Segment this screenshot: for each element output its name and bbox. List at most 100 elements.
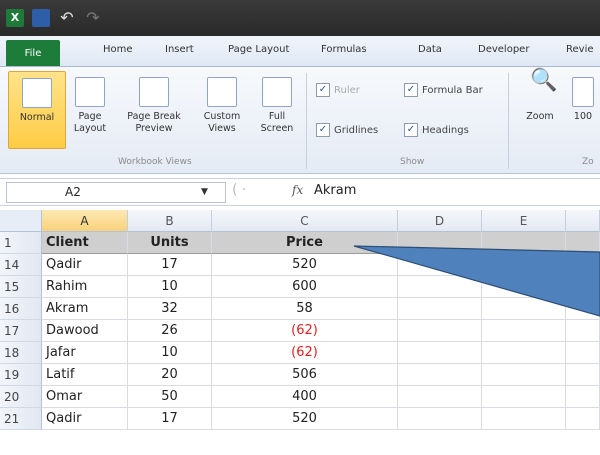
row-header[interactable]: 17	[0, 320, 42, 342]
cell-client[interactable]: Akram	[42, 298, 128, 320]
cell-client[interactable]: Client	[42, 232, 128, 254]
column-header-b[interactable]: B	[128, 210, 212, 232]
ruler-check-icon: ✓	[316, 83, 330, 97]
gridlines-label: Gridlines	[334, 124, 379, 136]
formula-bar-label: Formula Bar	[422, 84, 483, 96]
column-header-a[interactable]: A	[42, 210, 128, 232]
tab-formulas[interactable]: Formulas	[321, 44, 367, 55]
cell-client[interactable]: Latif	[42, 364, 128, 386]
title-bar: X ↶ ↷	[0, 0, 600, 36]
ruler-checkbox[interactable]: ✓ Ruler	[316, 83, 360, 97]
cell-units[interactable]: 20	[128, 364, 212, 386]
formula-bar: A2 ▼ ( · fx Akram	[0, 178, 600, 206]
custom-views-label: Custom	[203, 111, 241, 122]
cell-units[interactable]: 17	[128, 408, 212, 430]
cell-client[interactable]: Jafar	[42, 342, 128, 364]
ribbon-tabs: File Home Insert Page Layout Formulas Da…	[0, 36, 600, 67]
cell-units[interactable]: 10	[128, 276, 212, 298]
cell-client[interactable]: Qadir	[42, 254, 128, 276]
worksheet-grid[interactable]: A B C D E 1 Client Units Price 14 Qadir 17 520 1…	[0, 210, 600, 455]
gridlines-check-icon: ✓	[316, 123, 330, 137]
group-workbook-views-label: Workbook Views	[118, 157, 192, 167]
undo-icon[interactable]: ↶	[58, 8, 76, 27]
select-all-corner[interactable]	[0, 210, 42, 232]
column-header-f[interactable]	[566, 210, 600, 232]
cell-units[interactable]: 26	[128, 320, 212, 342]
headings-checkbox[interactable]: ✓ Headings	[404, 123, 469, 137]
page-break-sub: Preview	[135, 123, 173, 134]
tab-developer[interactable]: Developer	[478, 44, 529, 55]
name-box-value: A2	[65, 185, 81, 199]
insert-function-icon[interactable]: fx	[292, 183, 303, 197]
page-layout-label: Page	[78, 111, 102, 122]
magnifier-icon: 🔍	[530, 68, 558, 93]
tab-data[interactable]: Data	[418, 44, 442, 55]
column-header-d[interactable]: D	[398, 210, 482, 232]
cell-client[interactable]: Dawood	[42, 320, 128, 342]
zoom-button[interactable]: 🔍 Zoom	[518, 68, 562, 147]
cell-units[interactable]: 32	[128, 298, 212, 320]
tab-page-layout[interactable]: Page Layout	[228, 44, 289, 55]
page-layout-icon	[75, 77, 105, 107]
cell-client[interactable]: Qadir	[42, 408, 128, 430]
row-header[interactable]: 21	[0, 408, 42, 430]
excel-icon[interactable]: X	[6, 8, 24, 27]
normal-view-button[interactable]: Normal	[8, 71, 66, 149]
save-icon[interactable]	[32, 8, 50, 27]
tab-file[interactable]: File	[6, 40, 60, 66]
callout-pointer	[353, 245, 600, 317]
column-header-e[interactable]: E	[482, 210, 566, 232]
row-header[interactable]: 1	[0, 232, 42, 254]
redo-icon[interactable]: ↷	[84, 8, 102, 27]
headings-label: Headings	[422, 124, 469, 136]
row-header[interactable]: 14	[0, 254, 42, 276]
column-header-c[interactable]: C	[212, 210, 398, 232]
zoom-label: Zoom	[526, 111, 554, 122]
full-screen-sub: Screen	[260, 123, 294, 134]
row-header[interactable]: 18	[0, 342, 42, 364]
row-header[interactable]: 16	[0, 298, 42, 320]
ruler-label: Ruler	[334, 84, 360, 96]
ribbon: Normal Page Layout Page Break Preview Cu…	[0, 67, 600, 174]
name-box-dropdown-icon[interactable]: ▼	[201, 187, 208, 197]
cell-units[interactable]: Units	[128, 232, 212, 254]
group-show-label: Show	[400, 157, 425, 167]
normal-view-icon	[22, 78, 52, 108]
quick-access-toolbar: X ↶ ↷	[6, 8, 102, 27]
page-break-label: Page Break	[127, 111, 181, 122]
name-box[interactable]: A2 ▼	[6, 182, 226, 203]
normal-view-label: Normal	[19, 112, 55, 123]
gridlines-checkbox[interactable]: ✓ Gridlines	[316, 123, 378, 137]
row-header[interactable]: 20	[0, 386, 42, 408]
cell-units[interactable]: 50	[128, 386, 212, 408]
cell-units[interactable]: 10	[128, 342, 212, 364]
page-break-preview-icon	[139, 77, 169, 107]
tab-review[interactable]: Revie	[566, 44, 594, 55]
full-screen-label: Full	[268, 111, 286, 122]
tab-insert[interactable]: Insert	[165, 44, 194, 55]
formula-bar-checkbox[interactable]: ✓ Formula Bar	[404, 83, 483, 97]
full-screen-icon	[262, 77, 292, 107]
tab-home[interactable]: Home	[103, 44, 133, 55]
custom-views-sub: Views	[208, 123, 236, 134]
cell-units[interactable]: 17	[128, 254, 212, 276]
zoom-100-label: 100	[573, 111, 593, 122]
zoom-100-button[interactable]: 100	[566, 71, 600, 147]
row-header[interactable]: 15	[0, 276, 42, 298]
custom-views-button[interactable]: Custom Views	[198, 71, 246, 147]
callout-arrow	[353, 245, 600, 317]
group-zoom-label: Zo	[582, 157, 594, 167]
page-break-preview-button[interactable]: Page Break Preview	[116, 71, 192, 147]
cell-client[interactable]: Rahim	[42, 276, 128, 298]
cell-client[interactable]: Omar	[42, 386, 128, 408]
page-layout-button[interactable]: Page Layout	[68, 71, 112, 147]
formula-bar-check-icon: ✓	[404, 83, 418, 97]
group-separator	[306, 73, 307, 169]
full-screen-button[interactable]: Full Screen	[252, 71, 302, 147]
page-layout-sub: Layout	[73, 123, 107, 134]
formula-bar-value[interactable]: Akram	[314, 183, 356, 198]
row-header[interactable]: 19	[0, 364, 42, 386]
group-separator	[508, 73, 509, 169]
headings-check-icon: ✓	[404, 123, 418, 137]
formula-bar-expand-icon[interactable]: ( ·	[232, 182, 246, 198]
